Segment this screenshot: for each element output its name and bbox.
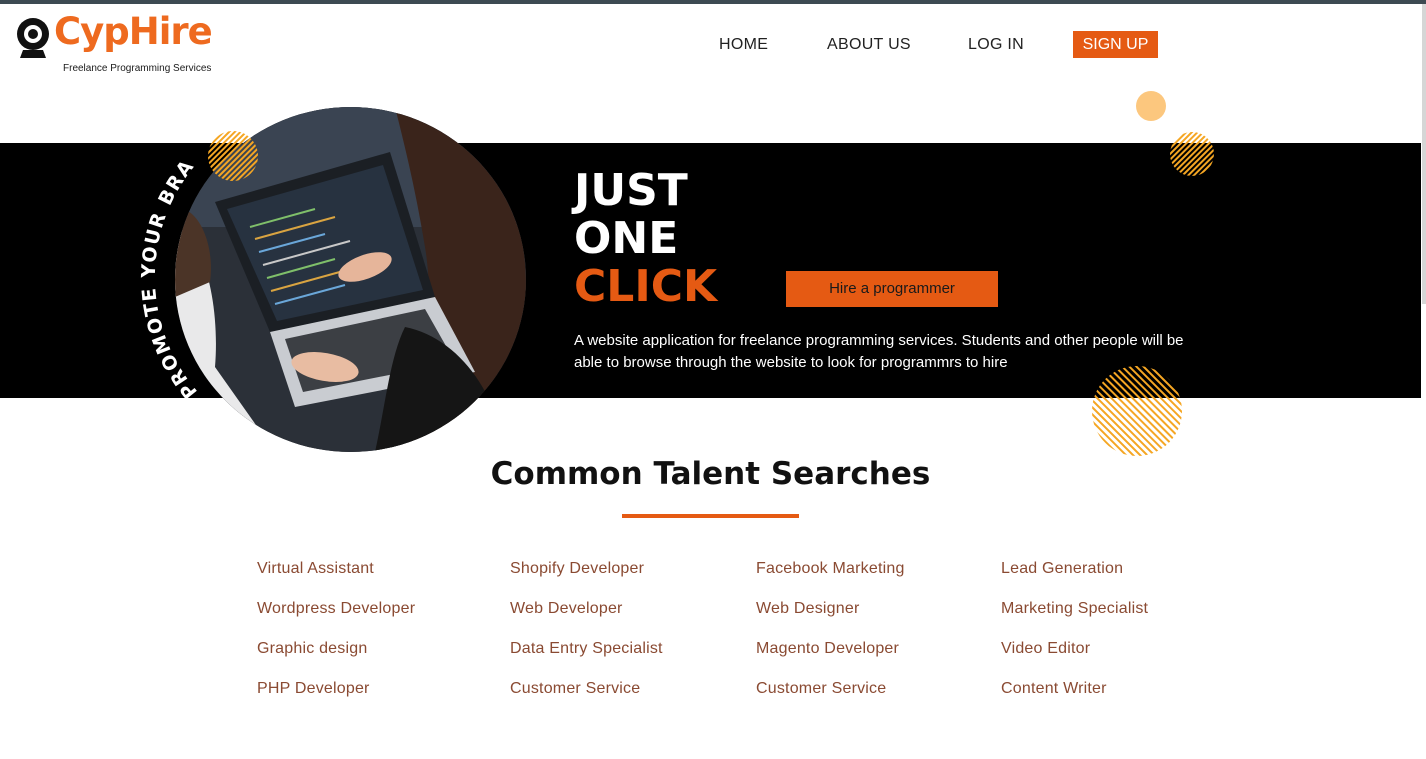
main-nav: HOME ABOUT US LOG IN SIGN UP [0, 31, 1426, 58]
section-divider [622, 514, 799, 518]
brand-tagline: Freelance Programming Services [63, 63, 212, 74]
talent-link[interactable]: Content Writer [1001, 680, 1107, 698]
hero-description: A website application for freelance prog… [574, 332, 1184, 371]
browser-top-border [0, 0, 1426, 4]
talent-link[interactable]: PHP Developer [257, 680, 370, 698]
hero-title-line-2: ONE [574, 213, 679, 264]
decorative-dot [1136, 91, 1166, 121]
talent-link[interactable]: Customer Service [756, 680, 886, 698]
nav-login-link[interactable]: LOG IN [968, 31, 1024, 58]
talent-link[interactable]: Magento Developer [756, 640, 899, 658]
talent-link[interactable]: Wordpress Developer [257, 600, 415, 618]
svg-text:PROMOTE YOUR BRAND: PROMOTE YOUR BRAND [120, 140, 202, 403]
decorative-hatched-circle-small [208, 131, 258, 181]
talent-link[interactable]: Web Designer [756, 600, 860, 618]
talent-link[interactable]: Video Editor [1001, 640, 1090, 658]
hero-title-line-1: JUST [574, 165, 688, 216]
talent-section-title: Common Talent Searches [490, 456, 931, 492]
talent-link[interactable]: Virtual Assistant [257, 560, 374, 578]
talent-link[interactable]: Customer Service [510, 680, 640, 698]
talent-link[interactable]: Marketing Specialist [1001, 600, 1148, 618]
promote-brand-badge: PROMOTE YOUR BRAND [120, 140, 202, 403]
talent-link[interactable]: Facebook Marketing [756, 560, 905, 578]
nav-about-link[interactable]: ABOUT US [827, 31, 911, 58]
talent-link[interactable]: Shopify Developer [510, 560, 644, 578]
nav-signup-button[interactable]: SIGN UP [1073, 31, 1158, 58]
talent-link[interactable]: Web Developer [510, 600, 623, 618]
decorative-hatched-circle [1170, 132, 1214, 176]
hire-programmer-button[interactable]: Hire a programmer [786, 271, 998, 307]
talent-link[interactable]: Lead Generation [1001, 560, 1123, 578]
hero-title-line-3: CLICK [574, 261, 718, 312]
decorative-hatched-circle-large [1092, 366, 1182, 456]
talent-link[interactable]: Data Entry Specialist [510, 640, 663, 658]
promote-brand-text: PROMOTE YOUR BRAND [120, 140, 200, 403]
talent-link[interactable]: Graphic design [257, 640, 367, 658]
nav-home-link[interactable]: HOME [719, 31, 768, 58]
